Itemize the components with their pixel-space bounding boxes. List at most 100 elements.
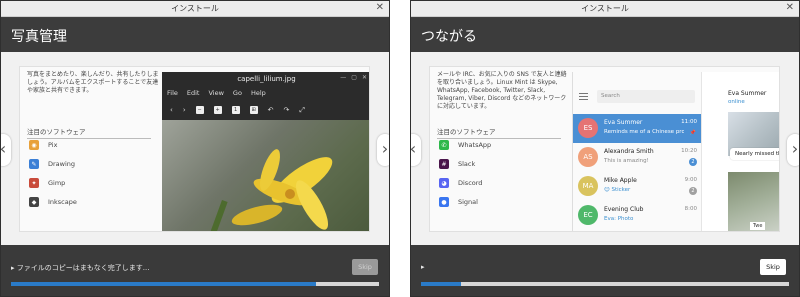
title-bar: インストール ✕ [1,1,389,17]
chat-name: Eva Summer [604,119,643,126]
menu-file: File [167,89,178,97]
chat-list-item: ES Eva Summer Reminds me of a Chinese pr… [573,114,701,143]
chat-app-screenshot: Search ES Eva Summer Reminds me of a Chi… [572,72,779,231]
rotate-right-icon: ↷ [283,106,290,114]
inkscape-icon: ◆ [29,197,39,207]
title-bar: インストール ✕ [411,1,799,17]
status-text: ファイルのコピーはまもなく完了します... [16,264,150,272]
contact-name: Eva Summer [728,90,767,97]
contact-status: online [728,99,745,105]
slide-heading: 写真管理 [11,29,67,45]
chat-list-pane: Search ES Eva Summer Reminds me of a Chi… [573,72,701,231]
close-icon[interactable]: ✕ [786,2,794,13]
message-bubble: Nearly missed this sunrise [730,148,779,160]
zoom-out-icon: − [195,106,204,114]
gimp-icon: ✦ [29,178,39,188]
installer-window-photos: インストール ✕ 写真管理 写真をまとめたり、楽しんだり、共有したりしましょう。… [0,0,390,297]
install-progress-bar [421,282,789,286]
chat-time: 10:20 [681,148,697,154]
progress-fill [421,282,462,286]
skip-button[interactable]: Skip [352,259,378,275]
software-label: Gimp [48,179,66,187]
slide-description: 写真をまとめたり、楽しんだり、共有したりしましょう。アルバムをエクスポートするこ… [27,71,159,94]
slide-card: 写真をまとめたり、楽しんだり、共有したりしましょう。アルバムをエクスポートするこ… [19,66,370,232]
software-label: Pix [48,141,58,149]
rotate-left-icon: ↶ [267,106,274,114]
chat-name: Evening Club [604,206,644,213]
prev-slide-button[interactable]: ‹ [411,134,421,166]
discord-icon: ◕ [439,178,449,188]
back-arrow-icon: ‹ [170,106,173,114]
chat-list-item: AS Alexandra Smith This is amazing! 10:2… [573,143,701,172]
lily-flower-image [208,149,333,231]
window-title: インストール [171,4,219,13]
slack-icon: # [439,159,449,169]
software-label: Signal [458,198,478,206]
software-item-slack: # Slack [439,159,475,169]
slide-content: 写真をまとめたり、楽しんだり、共有したりしましょう。アルバムをエクスポートするこ… [1,52,389,245]
slide-description: メールや IRC、お気に入りの SNS で友人と連絡を取り合いましょう。Linu… [437,71,567,110]
software-label: Inkscape [48,198,77,206]
slide-header: 写真管理 [1,18,389,52]
next-slide-button[interactable]: › [787,134,799,166]
pin-icon: 📌 [689,130,697,136]
chat-time: 8:00 [684,206,697,212]
zoom-in-icon: + [213,106,222,114]
chat-detail-pane: Eva Summer online Nearly missed this sun… [701,72,779,231]
featured-software-title: 注目のソフトウェア [27,126,151,139]
chat-name: Mike Apple [604,177,637,184]
avatar: MA [578,176,598,196]
chat-preview: Reminds me of a Chinese prover... [604,129,684,135]
slide-content: メールや IRC、お気に入りの SNS で友人と連絡を取り合いましょう。Linu… [411,52,799,245]
software-item-inkscape: ◆ Inkscape [29,197,77,207]
chat-search: Search [597,90,695,103]
avatar: ES [578,118,598,138]
zoom-fit-icon: ⊞ [249,106,258,114]
menu-icon [579,93,588,100]
software-label: Slack [458,160,476,168]
install-status: ▸ [421,263,425,271]
menu-view: View [208,89,224,97]
avatar: EC [578,205,598,225]
install-status: ▸ ファイルのコピーはまもなく完了します... [11,264,150,272]
chat-name: Alexandra Smith [604,148,654,155]
progress-fill [11,282,317,286]
avatar: AS [578,147,598,167]
slide-header: つながる [411,18,799,52]
skip-button[interactable]: Skip [760,259,786,275]
close-icon[interactable]: ✕ [376,2,384,13]
slide-heading: つながる [421,29,477,45]
installer-footer: ▸ ファイルのコピーはまもなく完了します... Skip [1,245,389,296]
fullscreen-icon: ⤢ [299,105,305,114]
chat-time: 9:00 [684,177,697,183]
app-title: capelli_lilium.jpg [237,75,296,83]
slide-card: メールや IRC、お気に入りの SNS で友人と連絡を取り合いましょう。Linu… [429,66,780,232]
installer-footer: ▸ Skip [411,245,799,296]
unread-badge: 2 [689,187,697,195]
chat-preview: Eva: Photo [604,216,634,222]
next-slide-button[interactable]: › [377,134,389,166]
install-progress-bar [11,282,379,286]
chat-list-item: MA Mike Apple 😊 Sticker 9:00 2 [573,172,701,201]
installer-window-connect: インストール ✕ つながる メールや IRC、お気に入りの SNS で友人と連絡… [410,0,800,297]
window-title: インストール [581,4,629,13]
software-item-drawing: ✎ Drawing [29,159,75,169]
menu-help: Help [250,89,266,97]
photo-caption: Twe [750,222,766,230]
software-label: Drawing [48,160,76,168]
chat-time: 11:00 [681,119,697,125]
app-menu-bar: File Edit View Go Help [167,89,266,97]
whatsapp-icon: ✆ [439,140,449,150]
software-item-whatsapp: ✆ WhatsApp [439,140,491,150]
chat-preview: 😊 Sticker [604,187,631,193]
prev-slide-button[interactable]: ‹ [1,134,11,166]
software-item-gimp: ✦ Gimp [29,178,65,188]
chat-preview: This is amazing! [604,158,649,164]
pix-icon: ◉ [29,140,39,150]
forward-arrow-icon: › [182,106,186,114]
software-item-signal: ● Signal [439,197,478,207]
menu-edit: Edit [186,89,200,97]
software-label: WhatsApp [458,141,492,149]
software-item-discord: ◕ Discord [439,178,482,188]
unread-badge: 2 [689,158,697,166]
